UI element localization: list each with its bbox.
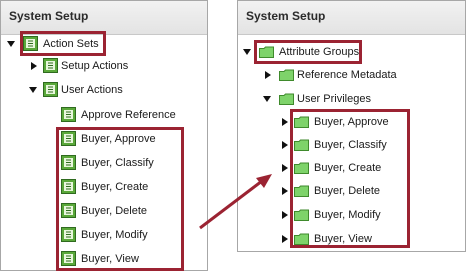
connector-arrow-icon — [199, 174, 272, 230]
